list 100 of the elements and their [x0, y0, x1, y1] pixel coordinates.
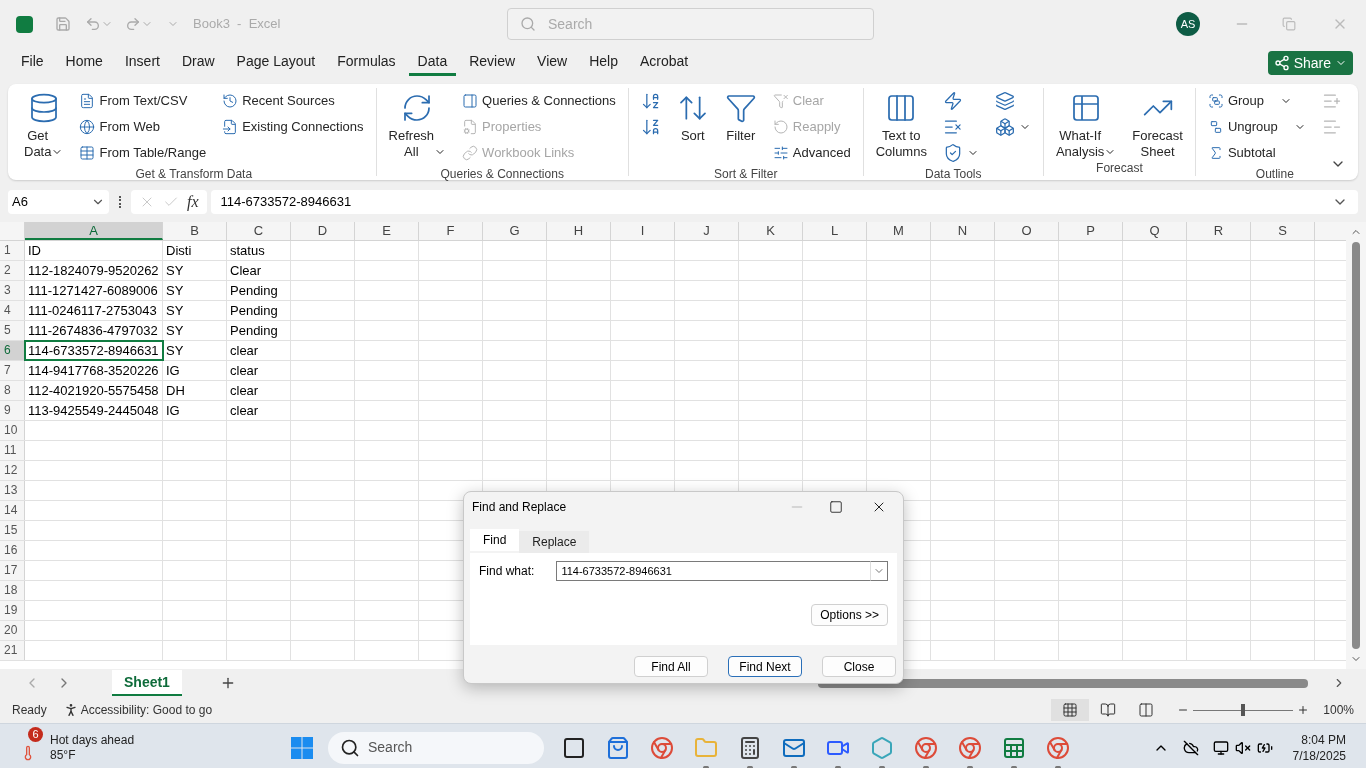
column-header[interactable]: H — [547, 222, 611, 240]
vertical-scrollbar[interactable] — [1346, 222, 1366, 669]
column-header[interactable]: G — [483, 222, 547, 240]
row-header[interactable]: 12 — [0, 461, 25, 480]
find-what-field[interactable]: 114-6733572-8946631 — [556, 561, 871, 581]
column-header[interactable]: K — [739, 222, 803, 240]
column-header[interactable]: F — [419, 222, 483, 240]
row-header[interactable]: 16 — [0, 541, 25, 560]
dialog-button[interactable]: Find All — [634, 656, 708, 677]
ribbon-button[interactable]: From Text/CSV — [75, 88, 211, 114]
options-button[interactable]: Options >> — [811, 604, 888, 626]
column-header[interactable]: J — [675, 222, 739, 240]
row-header[interactable]: 4 — [0, 301, 25, 320]
menu-tab[interactable]: Draw — [172, 50, 224, 76]
row-header[interactable]: 17 — [0, 561, 25, 580]
column-header[interactable]: C — [227, 222, 291, 240]
row-header[interactable]: 5 — [0, 321, 25, 340]
zoom-slider[interactable] — [1193, 704, 1294, 716]
column-header[interactable]: O — [995, 222, 1059, 240]
menu-tab[interactable]: Review — [460, 50, 525, 76]
dialog-tab[interactable]: Find — [470, 529, 520, 551]
ribbon-button[interactable]: Existing Connections — [218, 114, 368, 140]
row-header[interactable]: 6 — [0, 341, 25, 360]
column-header[interactable]: Q — [1123, 222, 1187, 240]
column-header[interactable]: A — [25, 222, 163, 240]
menu-tab[interactable]: Acrobat — [630, 50, 698, 76]
share-button[interactable]: Share — [1267, 51, 1353, 75]
column-header[interactable]: E — [355, 222, 419, 240]
menu-tab[interactable]: Home — [56, 50, 112, 76]
clock[interactable]: 8:04 PM 7/18/2025 — [1292, 731, 1346, 764]
row-header[interactable]: 19 — [0, 601, 25, 620]
ribbon-button[interactable]: Queries & Connections — [458, 88, 620, 114]
row-header[interactable]: 21 — [0, 641, 25, 660]
column-header[interactable]: I — [611, 222, 675, 240]
row-header[interactable]: 2 — [0, 261, 25, 280]
formula-field[interactable]: 114-6733572-8946631 — [210, 190, 1358, 214]
column-header[interactable]: S — [1251, 222, 1315, 240]
ribbon-button[interactable]: From Table/Range — [75, 140, 211, 166]
dropdown-button[interactable] — [870, 561, 888, 581]
menu-tab[interactable]: Data — [408, 50, 457, 76]
row-header[interactable]: 8 — [0, 381, 25, 400]
menu-tab[interactable]: File — [12, 50, 53, 76]
undo-icon[interactable] — [85, 16, 101, 32]
menu-tab[interactable]: Help — [580, 50, 627, 76]
horizontal-scrollbar[interactable] — [818, 678, 1308, 688]
row-header[interactable]: 3 — [0, 281, 25, 300]
row-header[interactable]: 10 — [0, 421, 25, 440]
row-header[interactable]: 20 — [0, 621, 25, 640]
ribbon-button[interactable]: What-If Analysis — [1051, 88, 1121, 160]
network-icon[interactable] — [1212, 739, 1229, 756]
column-header[interactable]: P — [1059, 222, 1123, 240]
scroll-thumb[interactable] — [1352, 242, 1360, 649]
ribbon-button[interactable]: Ungroup — [1203, 114, 1310, 140]
windows-start-icon[interactable] — [290, 735, 314, 760]
accessibility-status[interactable]: Accessibility: Good to go — [80, 701, 213, 719]
dialog-button[interactable]: Close — [822, 656, 896, 677]
ribbon-button[interactable]: Get Data — [20, 88, 68, 160]
dialog-tab[interactable]: Replace — [519, 531, 590, 553]
volume-muted-icon[interactable] — [1234, 739, 1251, 756]
zoom-level[interactable]: 100% — [1323, 701, 1354, 719]
column-header[interactable]: M — [867, 222, 931, 240]
row-header[interactable]: 14 — [0, 501, 25, 520]
ribbon-button[interactable]: Advanced — [768, 140, 855, 166]
zoom-in-icon[interactable] — [1297, 704, 1310, 716]
ribbon-button[interactable]: Refresh All — [384, 88, 451, 160]
menu-tab[interactable]: Formulas — [328, 50, 405, 76]
name-box[interactable]: A6 — [8, 190, 109, 214]
column-header[interactable]: L — [803, 222, 867, 240]
ribbon-button[interactable]: Subtotal — [1203, 140, 1310, 166]
ribbon-button[interactable]: Sort — [672, 88, 713, 144]
weather-title[interactable]: Hot days ahead — [50, 732, 290, 748]
redo-icon[interactable] — [125, 16, 141, 32]
ribbon-button[interactable]: Recent Sources — [218, 88, 368, 114]
ribbon-button[interactable]: From Web — [75, 114, 211, 140]
dialog-button[interactable]: Find Next — [728, 656, 802, 677]
weather-temperature[interactable]: 85°F — [50, 747, 290, 763]
column-header[interactable]: D — [291, 222, 355, 240]
row-header[interactable]: 9 — [0, 401, 25, 420]
avatar[interactable]: AS — [1176, 12, 1200, 36]
cloud-off-icon[interactable] — [1182, 739, 1199, 756]
row-header[interactable]: 11 — [0, 441, 25, 460]
row-header[interactable]: 18 — [0, 581, 25, 600]
ribbon-button[interactable]: Group — [1203, 88, 1310, 114]
ribbon-button[interactable]: Forecast Sheet — [1128, 88, 1187, 160]
sheet-tab[interactable]: Sheet1 — [112, 670, 182, 696]
column-header[interactable]: B — [163, 222, 227, 240]
slider-thumb[interactable] — [1241, 704, 1246, 716]
row-header[interactable]: 15 — [0, 521, 25, 540]
view-button[interactable] — [1051, 699, 1090, 721]
menu-tab[interactable]: Insert — [115, 50, 169, 76]
column-header[interactable]: N — [931, 222, 995, 240]
menu-tab[interactable]: Page Layout — [227, 50, 325, 76]
taskbar-search-field[interactable]: Search — [328, 731, 544, 764]
ribbon-button[interactable]: Text to Columns — [871, 88, 931, 160]
row-header[interactable]: 1 — [0, 241, 25, 260]
column-header[interactable]: R — [1187, 222, 1251, 240]
row-header[interactable]: 7 — [0, 361, 25, 380]
ribbon-button[interactable]: Filter — [720, 88, 761, 144]
maximize-icon[interactable] — [829, 500, 843, 514]
save-icon[interactable] — [55, 16, 71, 32]
